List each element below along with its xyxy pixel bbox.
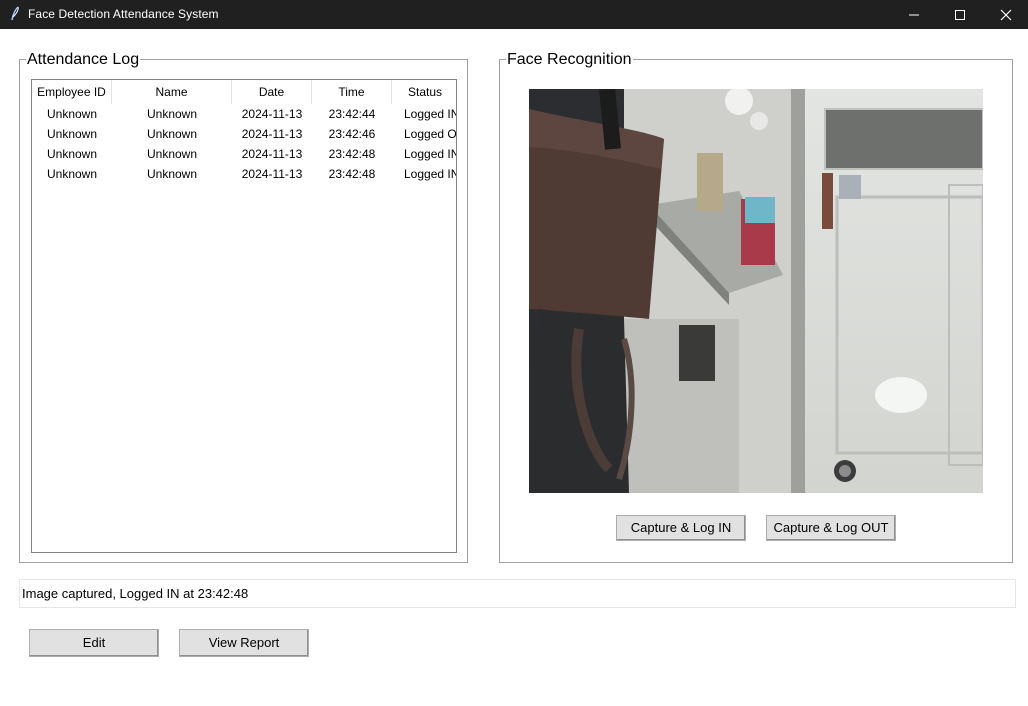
camera-frame-image bbox=[529, 89, 983, 493]
table-header: Employee ID Name Date Time Status bbox=[32, 80, 456, 104]
cell-name: Unknown bbox=[146, 147, 198, 161]
camera-feed bbox=[529, 89, 983, 493]
cell-time: 23:42:48 bbox=[328, 147, 376, 161]
feather-icon bbox=[11, 6, 19, 21]
cell-name: Unknown bbox=[146, 167, 198, 181]
cell-time: 23:42:44 bbox=[328, 107, 376, 121]
cell-status: Logged IN bbox=[404, 107, 457, 121]
cell-date: 2024-11-13 bbox=[241, 107, 303, 121]
view-report-button[interactable]: View Report bbox=[179, 629, 309, 657]
maximize-icon bbox=[955, 9, 965, 20]
table-row[interactable]: Unknown Unknown 2024-11-13 23:42:48 Logg… bbox=[32, 164, 457, 184]
cell-status: Logged OUT bbox=[404, 127, 457, 141]
column-header-time[interactable]: Time bbox=[312, 80, 392, 104]
cell-employee-id: Unknown bbox=[46, 127, 98, 141]
column-header-date[interactable]: Date bbox=[232, 80, 312, 104]
column-header-name[interactable]: Name bbox=[112, 80, 232, 104]
table-row[interactable]: Unknown Unknown 2024-11-13 23:42:44 Logg… bbox=[32, 104, 457, 124]
cell-time: 23:42:46 bbox=[328, 127, 376, 141]
title-bar: Face Detection Attendance System bbox=[0, 0, 1028, 29]
minimize-button[interactable] bbox=[891, 0, 937, 29]
face-recognition-label: Face Recognition bbox=[506, 51, 633, 69]
table-row[interactable]: Unknown Unknown 2024-11-13 23:42:48 Logg… bbox=[32, 144, 457, 164]
cell-name: Unknown bbox=[146, 107, 198, 121]
cell-employee-id: Unknown bbox=[46, 167, 98, 181]
status-message: Image captured, Logged IN at 23:42:48 bbox=[19, 579, 1016, 608]
window-title: Face Detection Attendance System bbox=[28, 7, 219, 21]
edit-button[interactable]: Edit bbox=[29, 629, 159, 657]
attendance-log-group: Attendance Log Employee ID Name Date Tim… bbox=[19, 51, 468, 563]
table-row[interactable]: Unknown Unknown 2024-11-13 23:42:46 Logg… bbox=[32, 124, 457, 144]
cell-status: Logged IN bbox=[404, 147, 457, 161]
attendance-log-label: Attendance Log bbox=[26, 51, 141, 69]
cell-date: 2024-11-13 bbox=[241, 147, 303, 161]
attendance-table[interactable]: Employee ID Name Date Time Status Unknow… bbox=[31, 79, 457, 553]
cell-date: 2024-11-13 bbox=[241, 127, 303, 141]
close-icon bbox=[1000, 9, 1012, 20]
cell-employee-id: Unknown bbox=[46, 147, 98, 161]
cell-date: 2024-11-13 bbox=[241, 167, 303, 181]
column-header-employee-id[interactable]: Employee ID bbox=[32, 80, 112, 104]
cell-status: Logged IN bbox=[404, 167, 457, 181]
maximize-button[interactable] bbox=[937, 0, 983, 29]
face-recognition-group: Face Recognition Capture & Log IN Captur… bbox=[499, 51, 1013, 563]
close-button[interactable] bbox=[983, 0, 1028, 29]
capture-log-out-button[interactable]: Capture & Log OUT bbox=[766, 515, 896, 541]
cell-name: Unknown bbox=[146, 127, 198, 141]
cell-employee-id: Unknown bbox=[46, 107, 98, 121]
column-header-status[interactable]: Status bbox=[392, 80, 456, 104]
capture-log-in-button[interactable]: Capture & Log IN bbox=[616, 515, 746, 541]
minimize-icon bbox=[909, 14, 919, 15]
cell-time: 23:42:48 bbox=[328, 167, 376, 181]
